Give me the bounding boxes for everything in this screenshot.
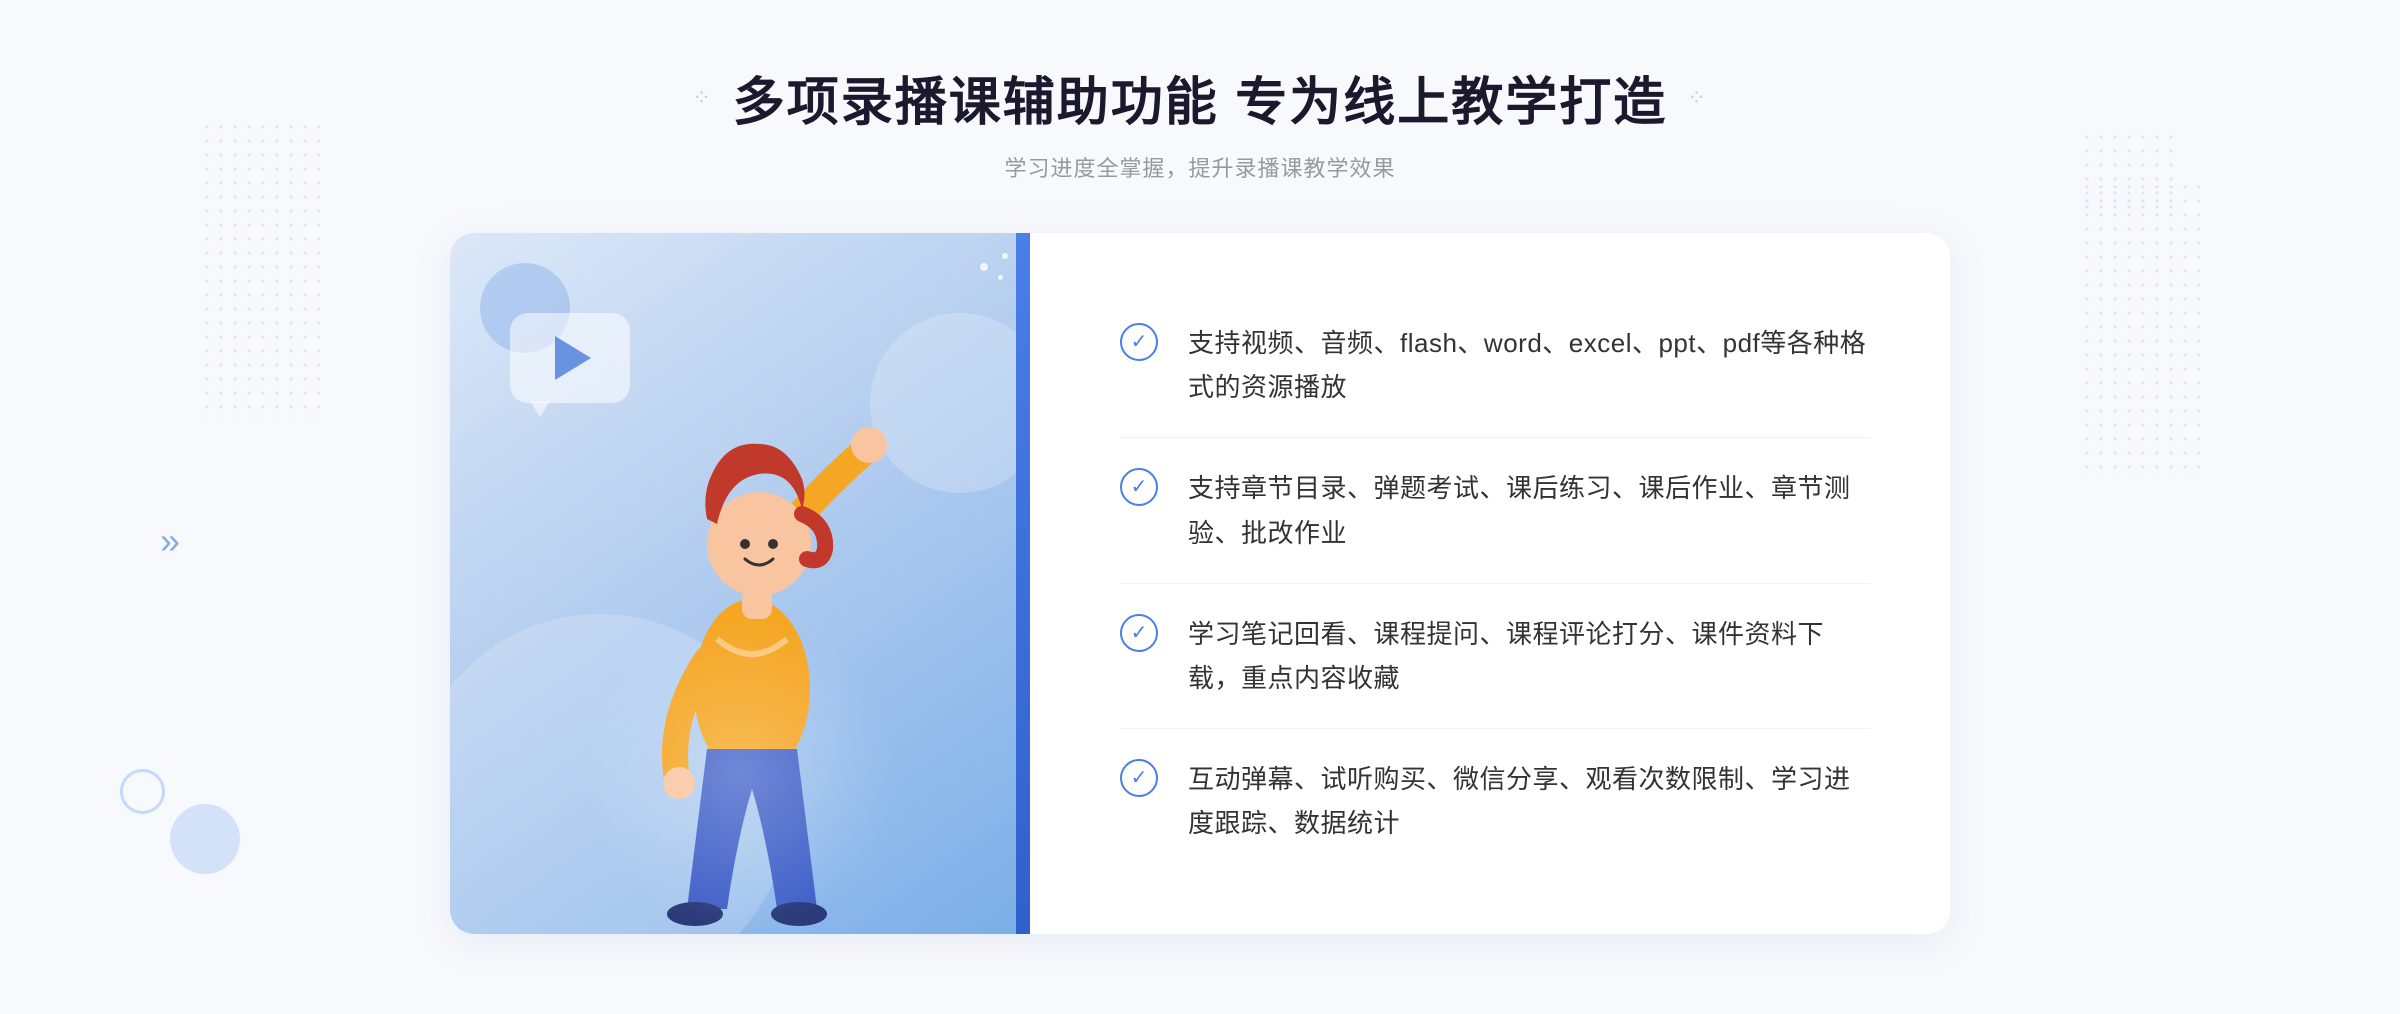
dot-grid-top-right <box>2080 130 2180 210</box>
check-icon-3: ✓ <box>1120 614 1158 652</box>
dots-left-deco <box>200 120 320 420</box>
checkmark-2: ✓ <box>1131 477 1148 497</box>
title-row: ⁘ 多项录播课辅助功能 专为线上教学打造 ⁘ <box>692 60 1707 135</box>
feature-text-4: 互动弹幕、试听购买、微信分享、观看次数限制、学习进度跟踪、数据统计 <box>1188 757 1870 845</box>
dots-right-deco <box>2080 180 2200 480</box>
play-icon <box>555 336 591 380</box>
main-content-card: ✓ 支持视频、音频、flash、word、excel、ppt、pdf等各种格式的… <box>450 233 1950 934</box>
accent-bar <box>1016 233 1030 934</box>
checkmark-4: ✓ <box>1131 768 1148 788</box>
check-icon-4: ✓ <box>1120 759 1158 797</box>
dots-right-icon: ⁘ <box>1687 85 1707 111</box>
feature-item-2: ✓ 支持章节目录、弹题考试、课后练习、课后作业、章节测验、批改作业 <box>1120 438 1870 583</box>
feature-text-1: 支持视频、音频、flash、word、excel、ppt、pdf等各种格式的资源… <box>1188 321 1870 409</box>
character-illustration <box>587 349 927 934</box>
page-title: 多项录播课辅助功能 专为线上教学打造 <box>733 60 1667 135</box>
header-section: ⁘ 多项录播课辅助功能 专为线上教学打造 ⁘ 学习进度全掌握，提升录播课教学效果 <box>692 60 1707 183</box>
page-wrapper: » ⁘ 多项录播课辅助功能 专为线上教学打造 ⁘ 学习进度全掌握，提升录播课教学… <box>0 0 2400 1014</box>
feature-item-3: ✓ 学习笔记回看、课程提问、课程评论打分、课件资料下载，重点内容收藏 <box>1120 584 1870 729</box>
deco-circle-outline <box>120 769 165 814</box>
checkmark-3: ✓ <box>1131 623 1148 643</box>
content-panel: ✓ 支持视频、音频、flash、word、excel、ppt、pdf等各种格式的… <box>1030 233 1950 934</box>
image-panel <box>450 233 1030 934</box>
page-subtitle: 学习进度全掌握，提升录播课教学效果 <box>692 151 1707 183</box>
chevron-left-icon: » <box>160 520 180 562</box>
deco-circle-blue <box>170 804 240 874</box>
checkmark-1: ✓ <box>1131 332 1148 352</box>
feature-text-2: 支持章节目录、弹题考试、课后练习、课后作业、章节测验、批改作业 <box>1188 466 1870 554</box>
feature-text-3: 学习笔记回看、课程提问、课程评论打分、课件资料下载，重点内容收藏 <box>1188 612 1870 700</box>
dots-left-icon: ⁘ <box>692 85 712 111</box>
check-icon-1: ✓ <box>1120 323 1158 361</box>
feature-item-1: ✓ 支持视频、音频、flash、word、excel、ppt、pdf等各种格式的… <box>1120 293 1870 438</box>
feature-item-4: ✓ 互动弹幕、试听购买、微信分享、观看次数限制、学习进度跟踪、数据统计 <box>1120 729 1870 873</box>
check-icon-2: ✓ <box>1120 468 1158 506</box>
